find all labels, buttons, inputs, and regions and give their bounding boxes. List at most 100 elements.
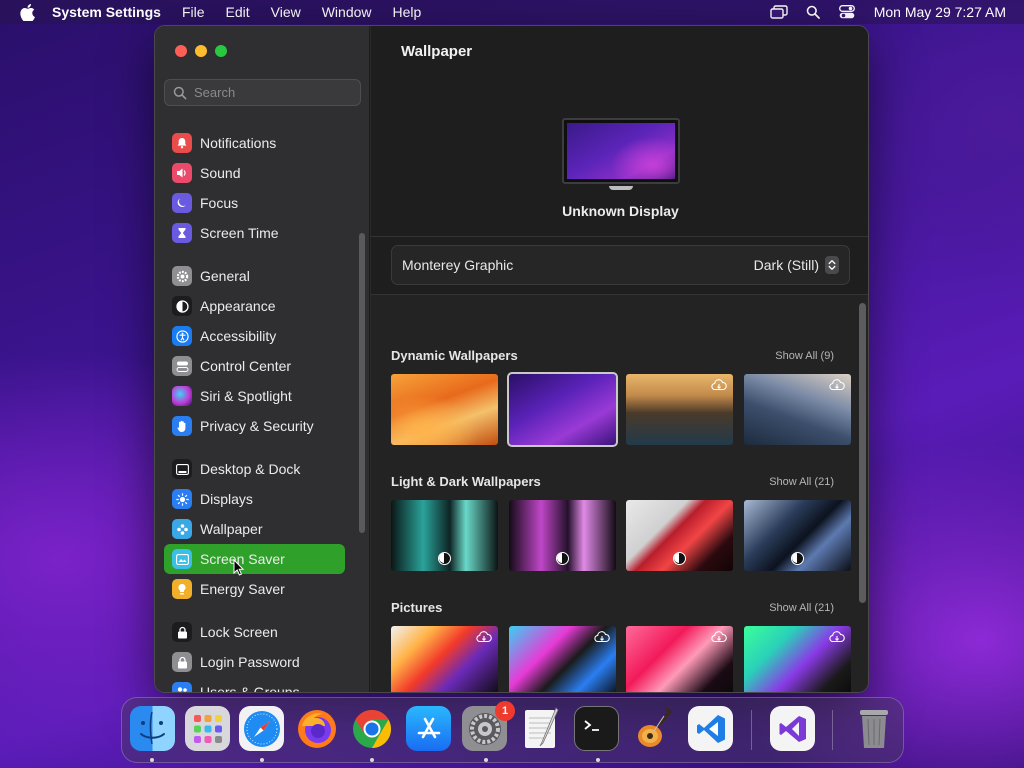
wallpaper-thumb[interactable] [509,626,616,692]
firefox-icon[interactable] [294,706,339,751]
gear-icon [172,266,192,286]
page-title: Wallpaper [401,43,473,60]
wallpaper-thumb[interactable] [626,500,733,571]
edit-menu[interactable]: Edit [226,4,250,20]
sidebar-item-users-groups[interactable]: Users & Groups [164,677,345,692]
zoom-window-button[interactable] [215,45,227,57]
sidebar-item-lock-screen[interactable]: Lock Screen [164,617,345,647]
siri-icon [172,386,192,406]
display-stand [609,186,633,190]
cloud-download-icon [476,631,492,643]
display-preview [562,118,680,184]
sidebar-item-label: Energy Saver [200,581,285,597]
sidebar-scrollbar[interactable] [359,233,365,533]
running-indicator [150,758,154,762]
sidebar-item-general[interactable]: General [164,261,345,291]
wallpaper-thumb[interactable] [391,374,498,445]
app-name-menu[interactable]: System Settings [52,4,161,20]
app-store-icon[interactable] [406,706,451,751]
wallpaper-thumb[interactable] [391,626,498,692]
group-title-pictures: Pictures [391,600,443,615]
show-all-light-dark-button[interactable]: Show All (21) [769,476,834,488]
dock-icon [172,459,192,479]
wallpaper-thumb[interactable] [744,374,851,445]
sidebar-item-label: Wallpaper [200,521,263,537]
sidebar-search[interactable] [164,79,361,106]
current-wallpaper-name: Monterey Graphic [402,257,514,273]
appearance-icon [172,296,192,316]
gallery-scrollbar[interactable] [859,303,866,603]
sidebar-item-label: Focus [200,195,239,211]
sidebar-item-login-password[interactable]: Login Password [164,647,345,677]
launchpad-icon[interactable] [185,706,230,751]
apple-menu-icon[interactable] [16,1,38,23]
sidebar-item-label: General [200,268,250,284]
wallpaper-thumb[interactable] [626,626,733,692]
sidebar-item-siri-spotlight[interactable]: Siri & Spotlight [164,381,345,411]
appearance-popup-button[interactable]: Dark (Still) [754,257,819,273]
help-menu[interactable]: Help [393,4,422,20]
sidebar-item-privacy-security[interactable]: Privacy & Security [164,411,345,441]
wallpaper-thumb[interactable] [744,626,851,692]
screen-mirroring-icon[interactable] [768,3,790,21]
chrome-icon[interactable] [349,706,394,751]
light-dark-icon [438,552,451,565]
cloud-download-icon [829,379,845,391]
textedit-icon[interactable] [518,706,563,751]
safari-icon[interactable] [239,706,284,751]
vscode-icon[interactable] [688,706,733,751]
wallpaper-thumb-selected[interactable] [507,372,618,447]
hand-icon [172,416,192,436]
sidebar-item-label: Control Center [200,358,292,374]
dock-separator [751,710,752,750]
file-menu[interactable]: File [182,4,205,20]
wallpaper-thumb[interactable] [391,500,498,571]
sidebar-item-label: Sound [200,165,241,181]
wallpaper-thumb[interactable] [626,374,733,445]
accessibility-icon [172,326,192,346]
chevron-up-down-icon[interactable] [825,256,839,274]
sidebar-item-focus[interactable]: Focus [164,188,345,218]
dock-separator [832,710,833,750]
sidebar-item-sound[interactable]: Sound [164,158,345,188]
wallpaper-thumb[interactable] [744,500,851,571]
spotlight-search-icon[interactable] [802,3,824,21]
sidebar-item-displays[interactable]: Displays [164,484,345,514]
finder-icon[interactable] [130,706,175,751]
sidebar-item-appearance[interactable]: Appearance [164,291,345,321]
terminal-icon[interactable] [574,706,619,751]
sidebar-item-desktop-dock[interactable]: Desktop & Dock [164,454,345,484]
group-title-light-dark: Light & Dark Wallpapers [391,474,541,489]
notification-badge: 1 [495,701,515,721]
sidebar-item-notifications[interactable]: Notifications [164,128,345,158]
wallpaper-gallery: Dynamic Wallpapers Show All (9) Light & … [371,295,868,692]
close-window-button[interactable] [175,45,187,57]
sidebar-item-energy-saver[interactable]: Energy Saver [164,574,345,604]
garageband-icon[interactable] [630,706,675,751]
sidebar-item-accessibility[interactable]: Accessibility [164,321,345,351]
show-all-dynamic-button[interactable]: Show All (9) [775,350,834,362]
sidebar-item-screen-saver[interactable]: Screen Saver [164,544,345,574]
screen-saver-icon [172,549,192,569]
menu-bar-clock[interactable]: Mon May 29 7:27 AM [874,4,1006,20]
sidebar-item-wallpaper[interactable]: Wallpaper [164,514,345,544]
moon-icon [172,193,192,213]
running-indicator [484,758,488,762]
visual-studio-icon[interactable] [770,706,815,751]
minimize-window-button[interactable] [195,45,207,57]
trash-icon[interactable] [851,706,896,751]
sidebar-item-label: Screen Time [200,225,279,241]
sidebar-item-control-center[interactable]: Control Center [164,351,345,381]
show-all-pictures-button[interactable]: Show All (21) [769,602,834,614]
control-center-icon[interactable] [836,3,858,21]
view-menu[interactable]: View [271,4,301,20]
sidebar-item-screen-time[interactable]: Screen Time [164,218,345,248]
sidebar-item-label: Privacy & Security [200,418,314,434]
sidebar-item-label: Displays [200,491,253,507]
light-dark-icon [673,552,686,565]
search-input[interactable] [194,85,354,100]
window-menu[interactable]: Window [322,4,372,20]
speaker-icon [172,163,192,183]
cloud-download-icon [829,631,845,643]
wallpaper-thumb[interactable] [509,500,616,571]
